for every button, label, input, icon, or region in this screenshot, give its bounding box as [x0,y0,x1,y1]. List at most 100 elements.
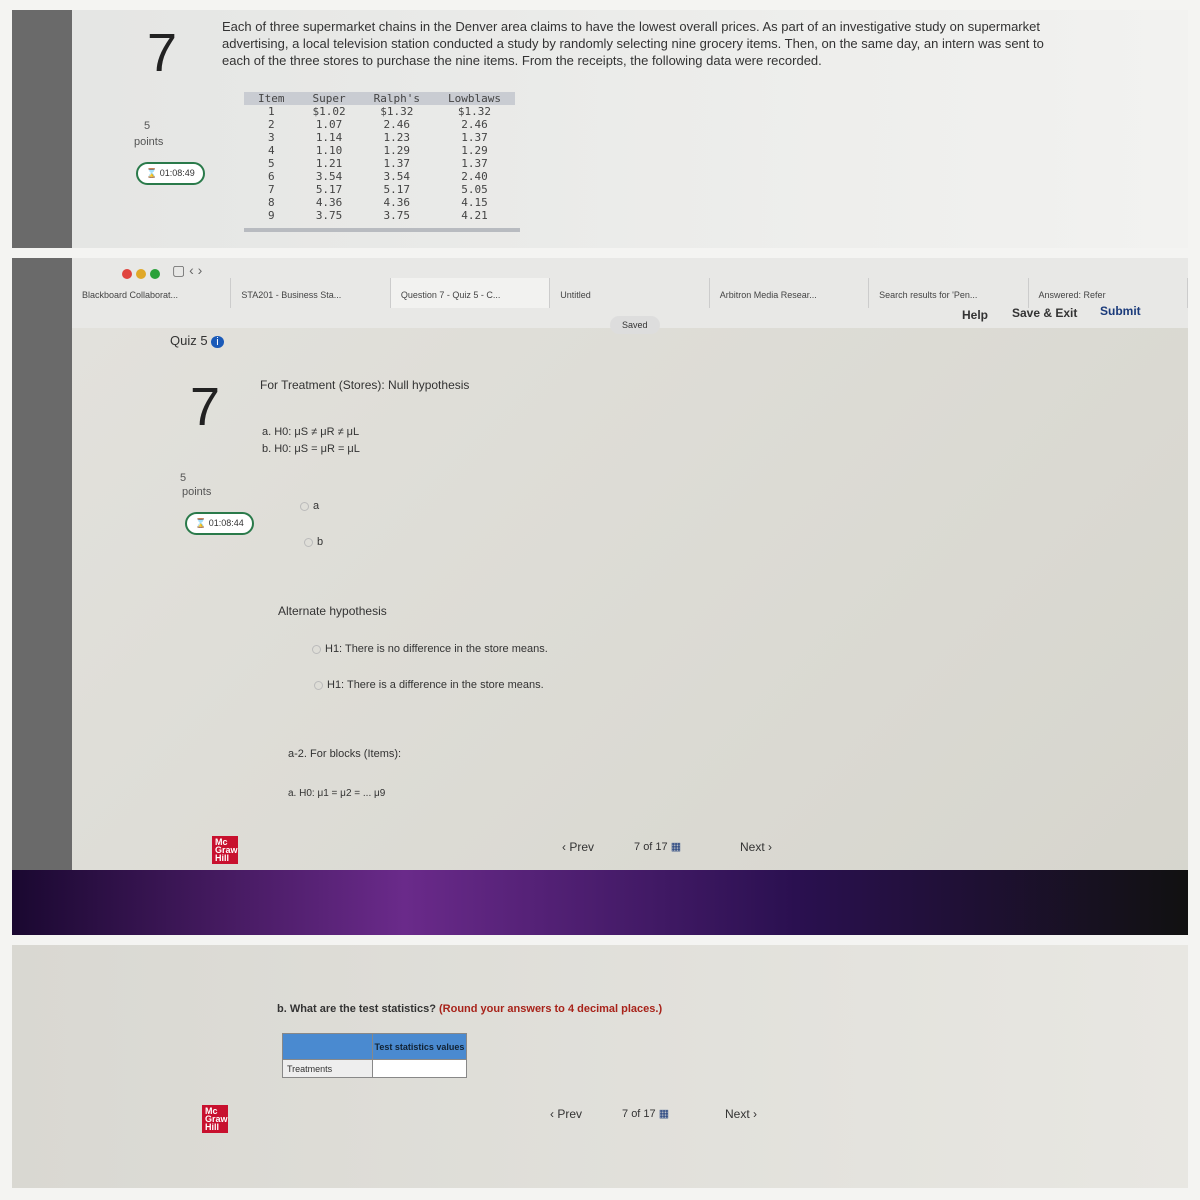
radio-icon[interactable] [300,501,309,511]
table-cell: 9 [267,209,275,222]
prev-button[interactable]: ‹ Prev [562,840,594,854]
radio-b-label: b [317,536,324,548]
table-cell: 4.36 [383,196,411,209]
table-cell: 5.17 [383,183,411,196]
radio-a[interactable]: a [300,500,319,512]
column-header: Super [298,92,360,105]
table-cell: 4.21 [461,209,488,222]
alt-option-1-label: H1: There is no difference in the store … [325,643,548,655]
table-cell: 7 [267,183,275,196]
blocks-option-a: a. H0: μ1 = μ2 = ... μ9 [288,788,386,799]
tab[interactable]: Untitled [550,278,710,308]
null-heading: For Treatment (Stores): Null hypothesis [260,378,470,392]
table-cell: 2.46 [383,118,411,131]
tab-bar: Blackboard Collaborat... STA201 - Busine… [72,278,1188,308]
next-label: Next [725,1107,750,1121]
table-row: 5 1.21 1.37 1.37 [244,157,515,170]
alt-heading: Alternate hypothesis [278,604,387,618]
table-row: 9 3.75 3.75 4.21 [244,209,515,222]
grid-icon[interactable]: ▦ [671,841,681,853]
null-option-b-text: b. H0: μS = μR = μL [262,443,360,455]
spreadsheet-strip [12,258,72,935]
help-link[interactable]: Help [962,308,988,322]
tab[interactable]: Blackboard Collaborat... [72,278,232,308]
mcgraw-hill-logo: Mc Graw Hill [202,1105,228,1133]
prev-label: Prev [569,840,595,854]
table-cell: 2.40 [461,170,488,183]
grid-icon[interactable]: ▦ [659,1108,669,1120]
sidebar-back-forward-icons[interactable]: ▢ ‹ › [172,262,202,279]
radio-icon[interactable] [314,680,323,690]
points-value: 5 [180,472,187,484]
question-b: b. What are the test statistics? (Round … [277,1003,662,1015]
col-header: Test statistics values [372,1033,467,1060]
table-cell: 4.36 [315,196,343,209]
quiz-title-text: Quiz 5 [170,333,208,348]
table-row: 1 $1.02 $1.32 $1.32 [244,105,515,118]
blocks-heading: a-2. For blocks (Items): [288,748,402,760]
table-cell: 5.05 [461,183,488,196]
desktop-wallpaper [12,870,1188,935]
table-row: 7 5.17 5.17 5.05 [244,183,515,196]
table-cell: 4 [267,144,275,157]
table-cell: 1.23 [383,131,411,144]
table-cell: 3.54 [383,170,411,183]
tab-active[interactable]: Question 7 - Quiz 5 - C... [390,278,551,308]
table-cell: 8 [267,196,275,209]
table-cell: 5.17 [315,183,343,196]
table-cell: 1.21 [315,157,343,170]
table-cell: 1.29 [461,144,488,157]
page-indicator[interactable]: 7 of 17 ▦ [622,1107,669,1120]
next-button[interactable]: Next › [725,1107,757,1121]
tab[interactable]: STA201 - Business Sta... [231,278,391,308]
table-cell: 3.75 [383,209,411,222]
radio-icon[interactable] [304,537,313,547]
prev-button[interactable]: ‹ Prev [550,1107,582,1121]
top-screenshot: 7 5 points ⌛ 01:08:49 Each of three supe… [12,10,1188,248]
page-indicator[interactable]: 7 of 17 ▦ [634,840,681,853]
tab[interactable]: Search results for 'Pen... [869,278,1029,308]
points-label: points [182,486,212,498]
timer-text: 01:08:44 [208,518,244,528]
null-option-a-text: a. H0: μS ≠ μR ≠ μL [262,426,360,438]
page-number: 7 [634,841,641,853]
spreadsheet-strip [12,10,72,248]
save-exit-button[interactable]: Save & Exit [1012,306,1077,320]
timer[interactable]: ⌛ 01:08:49 [136,162,205,185]
round-note: (Round your answers to 4 decimal places.… [439,1003,663,1015]
table-row: 3 1.14 1.23 1.37 [244,131,515,144]
column-header: Item [244,92,299,105]
column-header: Ralph's [359,92,434,105]
prev-label: Prev [557,1107,583,1121]
table-cell: 3.75 [315,209,343,222]
table-cell: 3.54 [315,170,343,183]
column-header: Lowblaws [433,92,515,105]
table-cell: 1.37 [461,157,488,170]
question-b-text: b. What are the test statistics? [277,1003,436,1015]
alt-option-1[interactable]: H1: There is no difference in the store … [312,643,548,655]
test-statistics-table: Test statistics values Treatments [282,1033,467,1078]
treatments-input[interactable] [372,1059,467,1078]
next-button[interactable]: Next › [740,840,772,854]
price-table: Item Super Ralph's Lowblaws 1 $1.02 $1.32 $1.32… [244,92,515,222]
tab[interactable]: Arbitron Media Resear... [710,278,870,308]
points-label: points [134,136,164,148]
radio-b[interactable]: b [304,536,323,548]
table-cell: $1.32 [457,105,492,118]
table-cell: 1.14 [315,131,343,144]
info-icon[interactable]: i [211,336,224,348]
table-row: 6 3.54 3.54 2.40 [244,170,515,183]
table-cell: 5 [267,157,275,170]
table-cell: 2 [267,118,275,131]
submit-button[interactable]: Submit [1100,304,1141,318]
table-cell: $1.32 [380,105,414,118]
radio-icon[interactable] [312,644,321,654]
alt-option-2[interactable]: H1: There is a difference in the store m… [314,679,544,691]
points-value: 5 [144,120,151,132]
table-cell: 1.29 [383,144,411,157]
table-row: 8 4.36 4.36 4.15 [244,196,515,209]
table-cell: 3 [267,131,275,144]
timer[interactable]: ⌛ 01:08:44 [185,512,254,535]
table-cell: 2.46 [461,118,488,131]
timer-text: 01:08:49 [159,168,195,178]
